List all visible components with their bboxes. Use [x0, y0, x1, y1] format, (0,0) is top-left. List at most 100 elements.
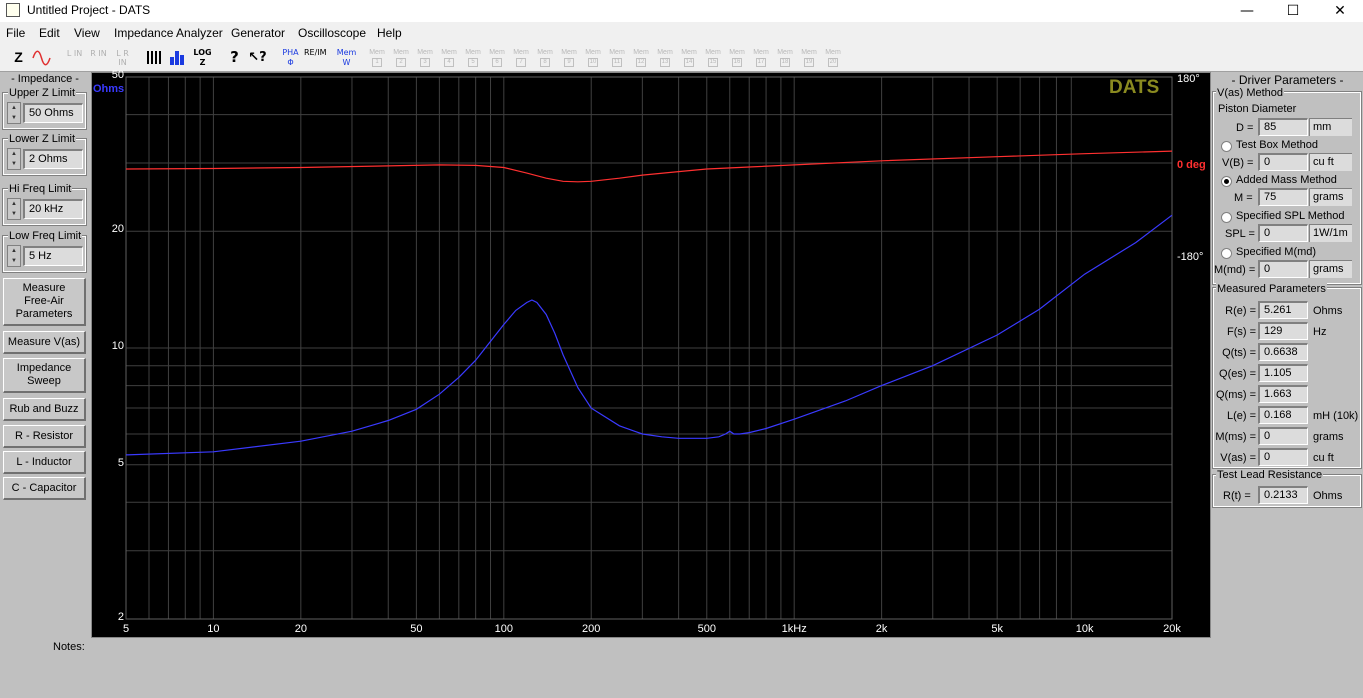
context-help-icon[interactable]: ↖?	[247, 47, 268, 68]
rt-field[interactable]: 0.2133	[1258, 486, 1308, 504]
memory-slot-2[interactable]: Mem 2	[390, 48, 412, 68]
measured-label: R(e) =	[1225, 305, 1256, 317]
measured-value: 1.663	[1258, 385, 1308, 403]
histogram-icon[interactable]	[167, 47, 188, 68]
menu-impedance-analyzer[interactable]: Impedance Analyzer	[114, 26, 223, 40]
menu-edit[interactable]: Edit	[39, 26, 60, 40]
memory-slot-5[interactable]: Mem 5	[462, 48, 484, 68]
mmd-field[interactable]: 0	[1258, 260, 1308, 278]
memory-slot-20[interactable]: Mem 20	[822, 48, 844, 68]
memory-slot-label: Mem	[393, 49, 409, 56]
measure-free-air-button[interactable]: Measure Free-Air Parameters	[3, 278, 86, 326]
phase-button[interactable]: PHA Φ	[280, 47, 301, 68]
up-arrow-icon[interactable]: ▲	[8, 103, 20, 113]
close-button[interactable]: ✕	[1317, 0, 1363, 22]
memory-slot-18[interactable]: Mem 18	[774, 48, 796, 68]
memory-slot-7[interactable]: Mem 7	[510, 48, 532, 68]
lowfreq-field[interactable]: 5 Hz	[23, 246, 83, 266]
memory-slot-number: 11	[612, 58, 622, 67]
upper-z-field[interactable]: 50 Ohms	[23, 103, 83, 123]
re-im-button[interactable]: RE/IM	[304, 47, 327, 68]
app-icon	[6, 3, 20, 17]
memory-write-button[interactable]: Mem W	[336, 47, 357, 68]
lowfreq-spinner[interactable]: ▲ ▼	[7, 245, 21, 267]
memory-slot-17[interactable]: Mem 17	[750, 48, 772, 68]
hifreq-spinner[interactable]: ▲ ▼	[7, 198, 21, 220]
x-tick-label: 20k	[1163, 623, 1181, 635]
resistor-button[interactable]: R - Resistor	[3, 425, 86, 448]
menu-file[interactable]: File	[6, 26, 25, 40]
memory-slot-3[interactable]: Mem 3	[414, 48, 436, 68]
up-arrow-icon[interactable]: ▲	[8, 199, 20, 209]
menu-view[interactable]: View	[74, 26, 100, 40]
capacitor-button[interactable]: C - Capacitor	[3, 477, 86, 500]
measured-value: 1.105	[1258, 364, 1308, 382]
memory-slot-19[interactable]: Mem 19	[798, 48, 820, 68]
memory-slot-16[interactable]: Mem 16	[726, 48, 748, 68]
hifreq-field[interactable]: 20 kHz	[23, 199, 83, 219]
right-input-button[interactable]: R IN	[88, 47, 109, 68]
memory-slot-label: Mem	[465, 49, 481, 56]
left-input-button[interactable]: L IN	[64, 47, 85, 68]
piston-diameter-label: Piston Diameter	[1218, 103, 1297, 115]
memory-slot-number: 9	[564, 58, 574, 67]
upper-z-spinner[interactable]: ▲ ▼	[7, 102, 21, 124]
memory-slot-15[interactable]: Mem 15	[702, 48, 724, 68]
memory-slot-number: 18	[780, 58, 790, 67]
minimize-button[interactable]: —	[1224, 0, 1270, 22]
memory-slot-14[interactable]: Mem 14	[678, 48, 700, 68]
driver-parameters-title: - Driver Parameters -	[1231, 73, 1344, 87]
left-right-input-button[interactable]: L R IN	[112, 47, 133, 68]
maximize-button[interactable]: ☐	[1270, 0, 1316, 22]
memory-slot-11[interactable]: Mem 11	[606, 48, 628, 68]
specified-mmd-radio[interactable]	[1221, 248, 1232, 259]
memory-slot-1[interactable]: Mem 1	[366, 48, 388, 68]
impedance-mode-button[interactable]: Z	[8, 47, 29, 68]
test-box-radio[interactable]	[1221, 141, 1232, 152]
added-mass-field[interactable]: 75	[1258, 188, 1308, 206]
y-tick-label: 2	[117, 611, 124, 623]
bars-icon[interactable]	[144, 47, 165, 68]
m-label: M =	[1234, 192, 1253, 204]
inductor-button[interactable]: L - Inductor	[3, 451, 86, 474]
down-arrow-icon[interactable]: ▼	[8, 256, 20, 266]
memory-slot-9[interactable]: Mem 9	[558, 48, 580, 68]
log-z-button[interactable]: LOG Z	[192, 47, 213, 68]
impedance-sweep-button[interactable]: Impedance Sweep	[3, 358, 86, 393]
up-arrow-icon[interactable]: ▲	[8, 246, 20, 256]
memory-slot-label: Mem	[417, 49, 433, 56]
added-mass-radio[interactable]	[1221, 176, 1232, 187]
spl-field[interactable]: 0	[1258, 224, 1308, 242]
x-tick-label: 50	[410, 623, 423, 635]
specified-mmd-label: Specified M(md)	[1236, 246, 1317, 258]
vb-field[interactable]: 0	[1258, 153, 1308, 171]
down-arrow-icon[interactable]: ▼	[8, 159, 20, 169]
memory-slot-13[interactable]: Mem 13	[654, 48, 676, 68]
measured-parameters-title: Measured Parameters	[1216, 283, 1327, 295]
measured-value: 0.6638	[1258, 343, 1308, 361]
help-icon[interactable]: ?	[224, 47, 245, 68]
up-arrow-icon[interactable]: ▲	[8, 149, 20, 159]
memory-slot-8[interactable]: Mem 8	[534, 48, 556, 68]
sine-wave-icon[interactable]	[31, 47, 52, 68]
memory-slot-12[interactable]: Mem 12	[630, 48, 652, 68]
memory-slot-number: 10	[588, 58, 598, 67]
measure-vas-button[interactable]: Measure V(as)	[3, 331, 86, 354]
down-arrow-icon[interactable]: ▼	[8, 209, 20, 219]
menu-oscilloscope[interactable]: Oscilloscope	[298, 26, 366, 40]
piston-diameter-field[interactable]: 85	[1258, 118, 1308, 136]
lower-z-field[interactable]: 2 Ohms	[23, 149, 83, 169]
memory-slot-label: Mem	[729, 49, 745, 56]
menu-generator[interactable]: Generator	[231, 26, 285, 40]
memory-slot-10[interactable]: Mem 10	[582, 48, 604, 68]
memory-slot-label: Mem	[777, 49, 793, 56]
lower-z-spinner[interactable]: ▲ ▼	[7, 148, 21, 170]
rt-label: R(t) =	[1223, 490, 1251, 502]
menu-help[interactable]: Help	[377, 26, 402, 40]
measured-unit: cu ft	[1313, 452, 1334, 464]
rub-and-buzz-button[interactable]: Rub and Buzz	[3, 398, 86, 421]
down-arrow-icon[interactable]: ▼	[8, 113, 20, 123]
memory-slot-4[interactable]: Mem 4	[438, 48, 460, 68]
specified-spl-radio[interactable]	[1221, 212, 1232, 223]
memory-slot-6[interactable]: Mem 6	[486, 48, 508, 68]
